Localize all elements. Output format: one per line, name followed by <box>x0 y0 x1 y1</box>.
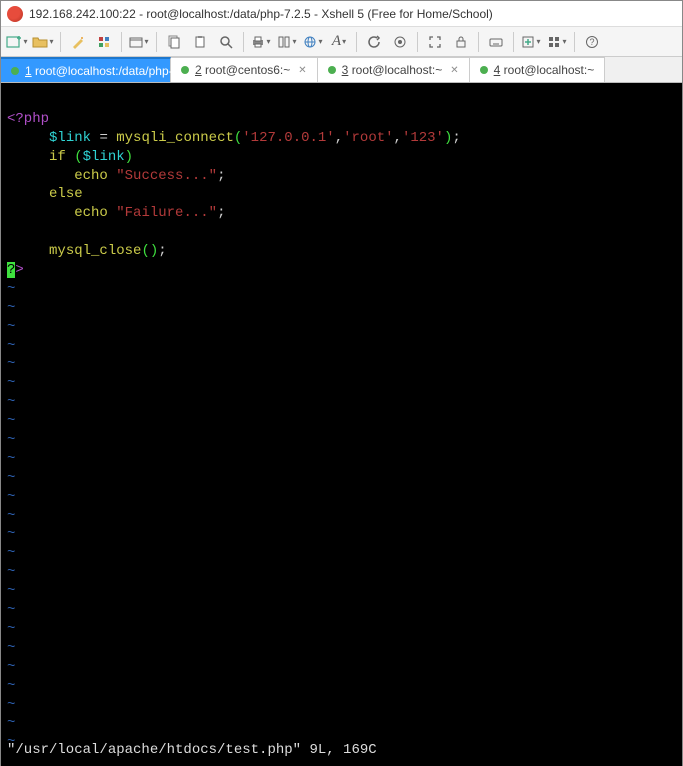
find-icon[interactable] <box>214 30 238 54</box>
code-op: = <box>99 130 107 146</box>
vim-tilde: ~ <box>7 413 15 429</box>
tab-accelerator: 1 <box>25 64 32 78</box>
wand-icon[interactable] <box>66 30 90 54</box>
vim-tilde: ~ <box>7 640 15 656</box>
status-dot-icon <box>480 66 488 74</box>
font-button[interactable]: A ▾ <box>327 30 351 54</box>
vim-tilde: ~ <box>7 526 15 542</box>
vim-tilde: ~ <box>7 281 15 297</box>
code-string: 'root' <box>343 130 393 146</box>
vim-tilde: ~ <box>7 697 15 713</box>
vim-tilde: ~ <box>7 319 15 335</box>
tab-close-icon[interactable]: ✕ <box>298 65 306 76</box>
toolbar-separator <box>243 32 244 52</box>
vim-tilde: ~ <box>7 678 15 694</box>
tab-close-icon[interactable]: ✕ <box>191 65 199 76</box>
keyboard-icon[interactable] <box>484 30 508 54</box>
vim-tilde: ~ <box>7 470 15 486</box>
cut-icon[interactable] <box>162 30 186 54</box>
code-func: mysql_close <box>49 243 141 259</box>
target-icon[interactable] <box>388 30 412 54</box>
toolbar: ▾ ▾ ▾ ▾ ▾ ▾ A ▾ <box>1 27 682 57</box>
tab-accelerator: 4 <box>494 63 501 77</box>
code-keyword: else <box>49 186 83 202</box>
terminal-view[interactable]: <?php $link = mysqli_connect('127.0.0.1'… <box>1 83 682 766</box>
code-keyword: echo <box>74 168 108 184</box>
toolbar-separator <box>60 32 61 52</box>
toolbar-separator <box>356 32 357 52</box>
code-php-close-gt: > <box>15 262 23 278</box>
title-bar: 192.168.242.100:22 - root@localhost:/dat… <box>1 1 682 27</box>
status-dot-icon <box>11 67 19 75</box>
code-keyword: echo <box>74 205 108 221</box>
code-string: "Failure..." <box>116 205 217 221</box>
vim-status-line: "/usr/local/apache/htdocs/test.php" 9L, … <box>7 741 377 760</box>
color-icon[interactable] <box>92 30 116 54</box>
columns-button[interactable]: ▾ <box>275 30 299 54</box>
code-variable: $link <box>83 149 125 165</box>
lock-icon[interactable] <box>449 30 473 54</box>
print-button[interactable]: ▾ <box>249 30 273 54</box>
fullscreen-icon[interactable] <box>423 30 447 54</box>
vim-tilde: ~ <box>7 489 15 505</box>
status-dot-icon <box>181 66 189 74</box>
properties-button[interactable]: ▾ <box>127 30 151 54</box>
vim-tilde: ~ <box>7 375 15 391</box>
globe-button[interactable]: ▾ <box>301 30 325 54</box>
vim-tilde: ~ <box>7 432 15 448</box>
tab-label: root@localhost:/data/php-... <box>35 64 183 78</box>
toolbar-separator <box>156 32 157 52</box>
reconnect-icon[interactable] <box>362 30 386 54</box>
tab-session-3[interactable]: 3 root@localhost:~ ✕ <box>318 57 470 82</box>
vim-tilde: ~ <box>7 300 15 316</box>
code-variable: $link <box>49 130 91 146</box>
vim-tilde: ~ <box>7 621 15 637</box>
open-button[interactable]: ▾ <box>31 30 55 54</box>
vim-tilde: ~ <box>7 508 15 524</box>
window-title: 192.168.242.100:22 - root@localhost:/dat… <box>29 7 493 21</box>
code-string: '127.0.0.1' <box>242 130 334 146</box>
code-string: '123' <box>402 130 444 146</box>
tab-accelerator: 3 <box>342 63 349 77</box>
xshell-app-icon <box>7 6 23 22</box>
tab-bar: 1 root@localhost:/data/php-... ✕ 2 root@… <box>1 57 682 83</box>
layout-button[interactable]: ▾ <box>545 30 569 54</box>
copy-icon[interactable] <box>188 30 212 54</box>
code-keyword: if <box>49 149 66 165</box>
add-tab-button[interactable]: ▾ <box>519 30 543 54</box>
code-func: mysqli_connect <box>116 130 234 146</box>
help-icon[interactable]: ? <box>580 30 604 54</box>
tab-session-4[interactable]: 4 root@localhost:~ <box>470 57 606 82</box>
tab-label: root@centos6:~ <box>205 63 290 77</box>
vim-tilde: ~ <box>7 338 15 354</box>
vim-tilde: ~ <box>7 715 15 731</box>
code-php-open: <?php <box>7 111 49 127</box>
toolbar-separator <box>574 32 575 52</box>
tab-session-1[interactable]: 1 root@localhost:/data/php-... ✕ <box>1 57 171 82</box>
vim-tilde: ~ <box>7 583 15 599</box>
status-dot-icon <box>328 66 336 74</box>
new-session-button[interactable]: ▾ <box>5 30 29 54</box>
vim-tilde: ~ <box>7 356 15 372</box>
vim-tilde: ~ <box>7 659 15 675</box>
vim-tilde: ~ <box>7 545 15 561</box>
toolbar-separator <box>478 32 479 52</box>
code-string: "Success..." <box>116 168 217 184</box>
vim-tilde: ~ <box>7 394 15 410</box>
vim-tilde: ~ <box>7 602 15 618</box>
vim-tilde: ~ <box>7 564 15 580</box>
toolbar-separator <box>121 32 122 52</box>
toolbar-separator <box>417 32 418 52</box>
tab-close-icon[interactable]: ✕ <box>450 65 458 76</box>
toolbar-separator <box>513 32 514 52</box>
svg-text:?: ? <box>589 37 594 47</box>
vim-tilde: ~ <box>7 451 15 467</box>
tab-label: root@localhost:~ <box>504 63 595 77</box>
tab-label: root@localhost:~ <box>352 63 443 77</box>
